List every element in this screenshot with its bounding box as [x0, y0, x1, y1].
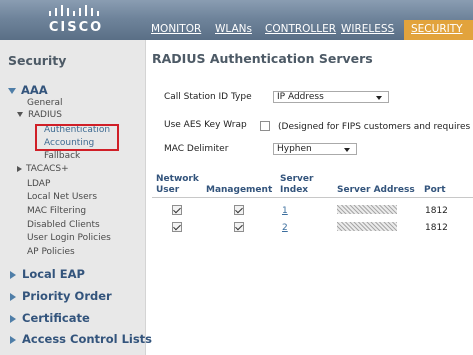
sidebar-group-label: Local EAP [22, 267, 85, 281]
row2-server-index-link[interactable]: 2 [282, 223, 288, 233]
nav-controller[interactable]: CONTROLLER [265, 23, 336, 35]
mac-delimiter-label: MAC Delimiter [164, 144, 229, 154]
nav-wlans[interactable]: WLANs [215, 23, 252, 35]
sidebar-group-certificate[interactable]: Certificate [10, 311, 90, 325]
row1-server-address-redacted [337, 205, 397, 214]
mac-delimiter-select[interactable]: Hyphen [273, 143, 357, 155]
sidebar-group-access-control-lists[interactable]: Access Control Lists [10, 332, 152, 346]
col-server-index: Server Index [280, 174, 313, 196]
nav-wireless[interactable]: WIRELESS [341, 23, 394, 35]
sidebar-item-general[interactable]: General [27, 98, 62, 108]
expand-arrow-icon [8, 87, 16, 94]
expand-arrow-icon [17, 112, 23, 117]
sidebar: Security AAA General RADIUS Authenticati… [0, 40, 152, 355]
aes-key-wrap-checkbox[interactable] [260, 121, 270, 131]
sidebar-item-tacacs[interactable]: TACACS+ [17, 164, 69, 174]
sidebar-group-local-eap[interactable]: Local EAP [10, 267, 85, 281]
nav-monitor[interactable]: MONITOR [151, 23, 201, 35]
sidebar-item-label: RADIUS [28, 110, 62, 120]
aes-key-wrap-label: Use AES Key Wrap [164, 120, 247, 130]
collapse-arrow-icon [10, 335, 16, 344]
col-network-user: Network User [156, 174, 199, 196]
sidebar-item-ldap[interactable]: LDAP [27, 179, 50, 189]
sidebar-group-label: AAA [21, 83, 48, 97]
sidebar-item-local-net-users[interactable]: Local Net Users [27, 192, 97, 202]
call-station-select[interactable]: IP Address [273, 91, 389, 103]
sidebar-group-priority-order[interactable]: Priority Order [10, 289, 112, 303]
row1-management-checkbox[interactable] [234, 205, 244, 215]
sidebar-group-label: Priority Order [22, 289, 112, 303]
sidebar-item-ap-policies[interactable]: AP Policies [27, 247, 75, 257]
sidebar-item-radius[interactable]: RADIUS [17, 110, 62, 120]
header-line: Server [280, 174, 314, 184]
page-title: RADIUS Authentication Servers [152, 51, 373, 66]
chevron-down-icon [376, 96, 382, 100]
top-header: CISCO MONITOR WLANs CONTROLLER WIRELESS … [0, 0, 473, 40]
header-line: User [156, 185, 180, 195]
header-line: Network [156, 174, 199, 184]
collapse-arrow-icon [17, 165, 22, 172]
sidebar-group-label: Certificate [22, 311, 90, 325]
sidebar-item-mac-filtering[interactable]: MAC Filtering [27, 206, 86, 216]
select-value: Hyphen [277, 144, 312, 154]
nav-security[interactable]: SECURITY [411, 23, 463, 35]
sidebar-item-fallback[interactable]: Fallback [44, 151, 80, 161]
sidebar-item-user-login-policies[interactable]: User Login Policies [27, 233, 111, 243]
col-port: Port [424, 185, 446, 195]
aes-note: (Designed for FIPS customers and require… [278, 122, 473, 132]
sidebar-group-aaa[interactable]: AAA [8, 83, 48, 97]
row2-port: 1812 [425, 223, 448, 233]
highlight-box [35, 124, 119, 151]
collapse-arrow-icon [10, 270, 16, 279]
row1-server-index-link[interactable]: 1 [282, 206, 288, 216]
sidebar-item-label: TACACS+ [26, 164, 69, 174]
chevron-down-icon [344, 148, 350, 152]
call-station-label: Call Station ID Type [164, 92, 252, 102]
row2-server-address-redacted [337, 222, 397, 231]
row1-port: 1812 [425, 206, 448, 216]
sidebar-group-label: Access Control Lists [22, 332, 153, 346]
sidebar-item-disabled-clients[interactable]: Disabled Clients [27, 220, 100, 230]
collapse-arrow-icon [10, 292, 16, 301]
select-value: IP Address [277, 92, 324, 102]
main-nav: MONITOR WLANs CONTROLLER WIRELESS SECURI… [0, 20, 473, 40]
row2-network-user-checkbox[interactable] [172, 222, 182, 232]
sidebar-title: Security [8, 53, 67, 68]
col-management: Management [206, 185, 273, 195]
row2-management-checkbox[interactable] [234, 222, 244, 232]
collapse-arrow-icon [10, 314, 16, 323]
col-server-address: Server Address [337, 185, 415, 195]
header-line: Index [280, 185, 309, 195]
table-header-divider [152, 197, 473, 198]
row1-network-user-checkbox[interactable] [172, 205, 182, 215]
